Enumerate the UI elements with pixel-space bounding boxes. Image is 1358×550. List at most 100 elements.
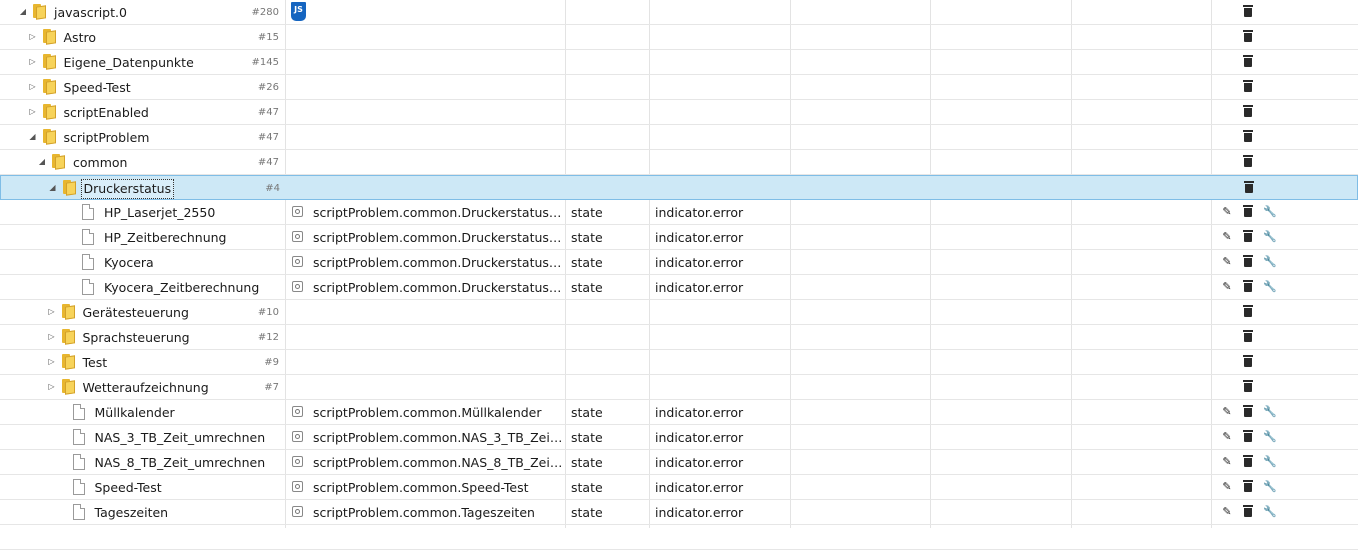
wrench-icon[interactable]: 🔧 <box>1263 406 1277 418</box>
row-name: Druckerstatus <box>80 179 175 199</box>
tree-row-folder[interactable]: ▷ Sprachsteuerung #12 <box>0 325 1358 350</box>
collapsed-toggle-icon[interactable]: ▷ <box>27 80 39 94</box>
row-name: Kyocera_Zeitberechnung <box>104 280 260 295</box>
tree-row-folder[interactable]: ▷ scriptEnabled #47 <box>0 100 1358 125</box>
pencil-icon[interactable]: ✎ <box>1221 481 1233 493</box>
tree-row-folder[interactable]: ◢ common #47 <box>0 150 1358 175</box>
trash-icon[interactable] <box>1243 255 1253 267</box>
wrench-icon[interactable]: 🔧 <box>1263 481 1277 493</box>
tree-row-state[interactable]: Kyocera scriptProblem.common.Druckerstatu… <box>0 250 1358 275</box>
trash-icon[interactable] <box>1244 181 1254 193</box>
state-icon <box>292 431 303 442</box>
trash-icon[interactable] <box>1243 80 1253 92</box>
tree-row-state[interactable]: HP_Laserjet_2550 scriptProblem.common.Dru… <box>0 200 1358 225</box>
wrench-icon[interactable]: 🔧 <box>1263 456 1277 468</box>
pencil-icon[interactable]: ✎ <box>1221 256 1233 268</box>
trash-icon[interactable] <box>1243 230 1253 242</box>
wrench-icon[interactable]: 🔧 <box>1263 506 1277 518</box>
tree-row-state[interactable]: Speed-Test scriptProblem.common.Speed-Tes… <box>0 475 1358 500</box>
wrench-icon[interactable]: 🔧 <box>1263 231 1277 243</box>
object-type: state <box>571 230 603 245</box>
trash-icon[interactable] <box>1243 330 1253 342</box>
object-role: indicator.error <box>655 205 744 220</box>
object-id: scriptProblem.common.NAS_8_TB_Zeit_um... <box>313 455 565 470</box>
tree-row-state[interactable]: Müllkalender scriptProblem.common.Müllkal… <box>0 400 1358 425</box>
collapsed-toggle-icon[interactable]: ▷ <box>46 380 58 394</box>
child-count: #15 <box>257 32 279 43</box>
wrench-icon[interactable]: 🔧 <box>1263 431 1277 443</box>
expanded-toggle-icon[interactable]: ◢ <box>36 155 48 169</box>
trash-icon[interactable] <box>1243 380 1253 392</box>
tree-row-folder[interactable]: ◢ Druckerstatus #4 <box>0 175 1358 200</box>
object-id: scriptProblem.common.Müllkalender <box>313 405 542 420</box>
wrench-icon[interactable]: 🔧 <box>1263 256 1277 268</box>
javascript-adapter-icon: JS <box>291 2 306 21</box>
tree-row-state[interactable]: HP_Zeitberechnung scriptProblem.common.Dr… <box>0 225 1358 250</box>
tree-row-folder[interactable]: ▷ Astro #15 <box>0 25 1358 50</box>
tree-row-folder[interactable]: ▷ Speed-Test #26 <box>0 75 1358 100</box>
trash-icon[interactable] <box>1243 105 1253 117</box>
trash-icon[interactable] <box>1243 280 1253 292</box>
pencil-icon[interactable]: ✎ <box>1221 456 1233 468</box>
trash-icon[interactable] <box>1243 30 1253 42</box>
tree-row-state[interactable]: NAS_3_TB_Zeit_umrechnen scriptProblem.com… <box>0 425 1358 450</box>
tree-row-state[interactable]: Tageszeiten scriptProblem.common.Tageszei… <box>0 500 1358 525</box>
row-name: scriptEnabled <box>63 105 149 120</box>
tree-row-state[interactable]: Kyocera_Zeitberechnung scriptProblem.comm… <box>0 275 1358 300</box>
pencil-icon[interactable]: ✎ <box>1221 506 1233 518</box>
collapsed-toggle-icon[interactable]: ▷ <box>27 55 39 69</box>
object-id: scriptProblem.common.Speed-Test <box>313 480 529 495</box>
trash-icon[interactable] <box>1243 430 1253 442</box>
state-icon <box>292 231 303 242</box>
tree-row-folder[interactable] <box>0 525 1358 550</box>
trash-icon[interactable] <box>1243 305 1253 317</box>
collapsed-toggle-icon[interactable]: ▷ <box>46 305 58 319</box>
wrench-icon[interactable]: 🔧 <box>1263 281 1277 293</box>
object-role: indicator.error <box>655 405 744 420</box>
trash-icon[interactable] <box>1243 405 1253 417</box>
row-name: Tageszeiten <box>94 505 169 520</box>
object-type: state <box>571 505 603 520</box>
pencil-icon[interactable]: ✎ <box>1221 406 1233 418</box>
expanded-toggle-icon[interactable]: ◢ <box>27 130 39 144</box>
pencil-icon[interactable]: ✎ <box>1221 431 1233 443</box>
trash-icon[interactable] <box>1243 130 1253 142</box>
trash-icon[interactable] <box>1243 505 1253 517</box>
tree-row-folder[interactable]: ▷ Test #9 <box>0 350 1358 375</box>
trash-icon[interactable] <box>1243 155 1253 167</box>
file-icon <box>72 504 85 520</box>
trash-icon[interactable] <box>1243 55 1253 67</box>
object-role: indicator.error <box>655 505 744 520</box>
collapsed-toggle-icon[interactable]: ▷ <box>46 330 58 344</box>
expanded-toggle-icon[interactable]: ◢ <box>47 181 59 195</box>
tree-row-folder[interactable]: ◢ scriptProblem #47 <box>0 125 1358 150</box>
tree-row-folder[interactable]: ▷ Eigene_Datenpunkte #145 <box>0 50 1358 75</box>
file-icon <box>72 404 85 420</box>
trash-icon[interactable] <box>1243 355 1253 367</box>
tree-row-folder[interactable]: ▷ Gerätesteuerung #10 <box>0 300 1358 325</box>
collapsed-toggle-icon[interactable]: ▷ <box>27 30 39 44</box>
object-id: scriptProblem.common.NAS_3_TB_Zeit_um... <box>313 430 565 445</box>
child-count: #12 <box>257 332 279 343</box>
folder-icon <box>62 180 78 196</box>
child-count: #47 <box>257 157 279 168</box>
pencil-icon[interactable]: ✎ <box>1221 206 1233 218</box>
trash-icon[interactable] <box>1243 5 1253 17</box>
tree-row-folder[interactable]: ▷ Wetteraufzeichnung #7 <box>0 375 1358 400</box>
collapsed-toggle-icon[interactable]: ▷ <box>46 355 58 369</box>
trash-icon[interactable] <box>1243 480 1253 492</box>
wrench-icon[interactable]: 🔧 <box>1263 206 1277 218</box>
trash-icon[interactable] <box>1243 455 1253 467</box>
object-type: state <box>571 480 603 495</box>
expanded-toggle-icon[interactable]: ◢ <box>17 5 29 19</box>
object-role: indicator.error <box>655 480 744 495</box>
tree-row-folder[interactable]: ◢ javascript.0 #280 JS <box>0 0 1358 25</box>
row-name: common <box>73 155 128 170</box>
collapsed-toggle-icon[interactable]: ▷ <box>27 105 39 119</box>
trash-icon[interactable] <box>1243 205 1253 217</box>
pencil-icon[interactable]: ✎ <box>1221 281 1233 293</box>
state-icon <box>292 281 303 292</box>
pencil-icon[interactable]: ✎ <box>1221 231 1233 243</box>
child-count: #7 <box>264 382 279 393</box>
tree-row-state[interactable]: NAS_8_TB_Zeit_umrechnen scriptProblem.com… <box>0 450 1358 475</box>
